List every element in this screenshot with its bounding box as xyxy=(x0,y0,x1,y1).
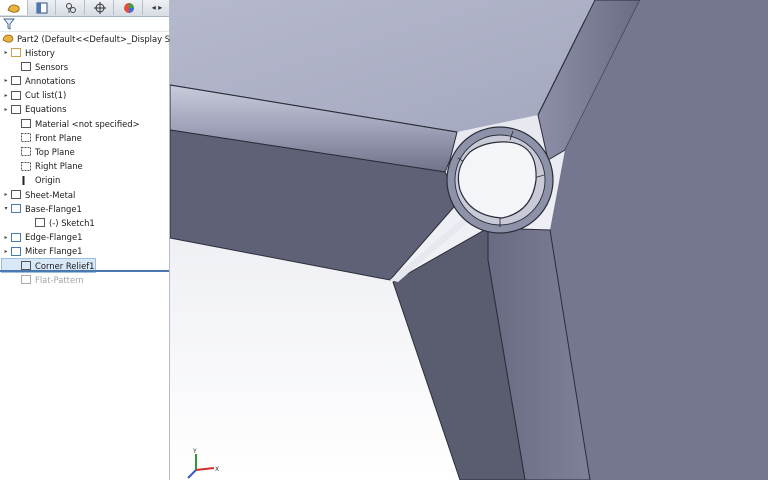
tree-item[interactable]: ▸ Edge-Flange1 xyxy=(2,231,82,244)
tab-property-manager[interactable] xyxy=(28,0,56,15)
plane-icon xyxy=(21,161,31,171)
expand-toggle[interactable]: ▸ xyxy=(2,191,10,198)
tab-feature-manager[interactable] xyxy=(0,0,28,15)
property-manager-icon xyxy=(36,2,47,13)
annotations-icon xyxy=(11,76,21,86)
tree-item[interactable]: ▸ Annotations xyxy=(2,74,75,87)
tree-item[interactable]: Material <not specified> xyxy=(2,117,140,130)
tree-item-label: Base-Flange1 xyxy=(25,203,82,214)
tree-item[interactable]: Flat-Pattern xyxy=(2,273,84,286)
tree-item[interactable]: ▸ Equations xyxy=(2,103,66,116)
tab-display-manager[interactable] xyxy=(115,0,143,15)
tree-item[interactable]: ▸ History xyxy=(2,46,55,59)
flat-pattern-icon xyxy=(21,275,31,285)
tree-item[interactable]: Origin xyxy=(2,174,60,187)
sketch-icon xyxy=(35,218,45,228)
tree-item-label: Edge-Flange1 xyxy=(25,232,83,243)
tree-item-label: Sensors xyxy=(35,61,69,72)
expand-toggle[interactable]: ▸ xyxy=(2,234,10,241)
tree-item-label: Origin xyxy=(35,175,61,186)
base-flange-icon xyxy=(11,204,21,214)
tree-item[interactable]: Top Plane xyxy=(2,145,75,158)
tab-dimxpert-manager[interactable] xyxy=(86,0,114,15)
tree-item[interactable]: ▸ Sheet-Metal xyxy=(2,188,75,201)
triad-x-label: X xyxy=(215,466,219,473)
sensor-icon xyxy=(21,62,31,72)
expand-toggle[interactable]: ▸ xyxy=(2,49,10,56)
expand-toggle[interactable]: ▸ xyxy=(2,92,10,99)
tree-filter-row[interactable] xyxy=(0,17,169,32)
plane-icon xyxy=(21,133,31,143)
tree-item[interactable]: Sensors xyxy=(2,60,68,73)
tree-item-label: Cut list(1) xyxy=(25,90,67,101)
tree-item-label: Sheet-Metal xyxy=(25,189,76,200)
tree-item-label: (-) Sketch1 xyxy=(49,217,95,228)
filter-icon xyxy=(3,18,15,30)
tree-item-label: Annotations xyxy=(25,75,76,86)
origin-icon xyxy=(22,175,25,185)
expand-toggle[interactable]: ▸ xyxy=(2,77,10,84)
tree-item-label: Flat-Pattern xyxy=(35,274,84,285)
expand-toggle[interactable]: ▸ xyxy=(2,106,10,113)
expand-toggle[interactable]: ▸ xyxy=(2,248,10,255)
tree-item-label: Top Plane xyxy=(35,146,75,157)
tree-item[interactable]: Right Plane xyxy=(2,160,83,173)
tree-item[interactable]: (-) Sketch1 xyxy=(2,216,95,229)
display-manager-icon xyxy=(123,2,134,13)
tree-item-label: Corner Relief1 xyxy=(35,260,95,271)
manager-tab-bar: ◂ ▸ xyxy=(0,0,169,17)
graphics-area[interactable] xyxy=(170,0,768,480)
triad-y-label: Y xyxy=(192,448,197,455)
feature-manager-panel: ◂ ▸ Part2 (Default<<Default>_Display Sta… xyxy=(0,0,187,480)
dimxpert-manager-icon xyxy=(93,1,106,14)
rollback-bar[interactable] xyxy=(0,270,169,272)
part-title: Part2 (Default<<Default>_Display State xyxy=(17,33,187,44)
part-icon xyxy=(2,34,14,43)
triad-z-axis xyxy=(187,469,197,479)
reference-triad: Y X xyxy=(187,448,219,479)
miter-flange-icon xyxy=(11,246,21,256)
material-icon xyxy=(21,119,31,128)
expand-toggle[interactable]: ▾ xyxy=(2,205,10,212)
tree-item-label: Equations xyxy=(25,104,67,115)
tree-item[interactable]: ▸ Cut list(1) xyxy=(2,89,66,102)
sheet-metal-icon xyxy=(11,190,21,199)
tree-item-label: History xyxy=(25,47,55,58)
tree-item-label: Material <not specified> xyxy=(35,118,140,129)
tree-item[interactable]: ▸ Miter Flange1 xyxy=(2,245,82,258)
plane-icon xyxy=(21,147,31,157)
tree-item-label: Front Plane xyxy=(35,132,82,143)
tab-scroll-arrows[interactable]: ◂ ▸ xyxy=(146,0,168,15)
cut-list-icon xyxy=(11,90,21,100)
triad-x-axis xyxy=(195,467,215,471)
tab-configuration-manager[interactable] xyxy=(57,0,85,15)
tree-item-label: Right Plane xyxy=(35,161,83,172)
tree-item-label: Miter Flange1 xyxy=(25,246,83,257)
feature-manager-icon xyxy=(7,3,20,13)
history-folder-icon xyxy=(11,48,21,57)
equations-icon xyxy=(11,104,21,114)
model-view xyxy=(170,0,768,480)
tree-root-part[interactable]: Part2 (Default<<Default>_Display State xyxy=(2,32,187,45)
tree-item[interactable]: Front Plane xyxy=(2,131,82,144)
tree-item[interactable]: ▾ Base-Flange1 xyxy=(2,202,82,215)
configuration-manager-icon xyxy=(65,2,76,13)
edge-flange-icon xyxy=(11,232,21,242)
